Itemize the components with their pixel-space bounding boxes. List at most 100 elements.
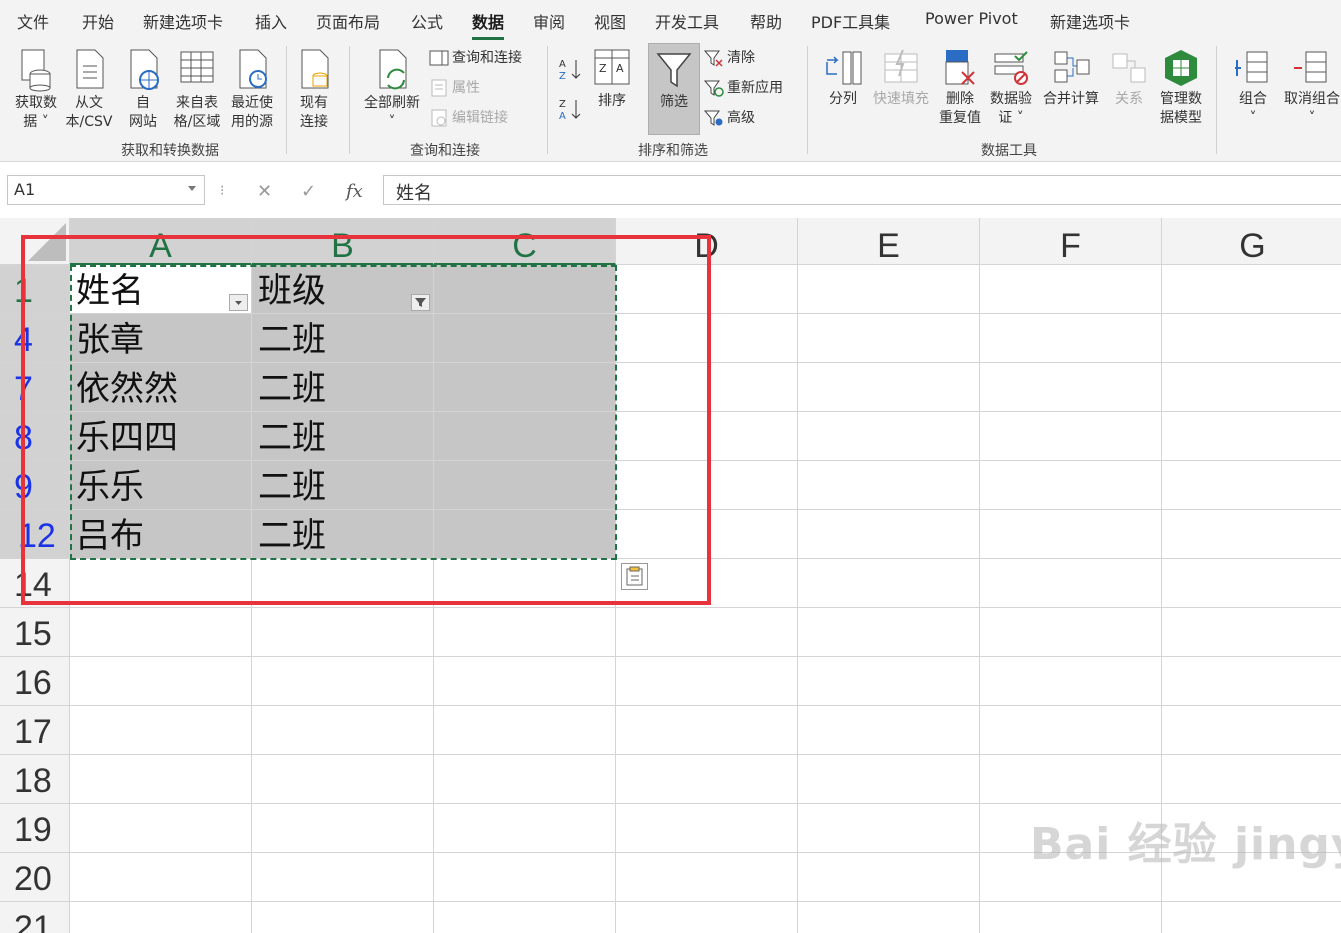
- cell[interactable]: 二班: [252, 461, 434, 510]
- tab-page-layout[interactable]: 页面布局: [316, 9, 380, 33]
- tab-review[interactable]: 审阅: [533, 9, 565, 33]
- cell[interactable]: [798, 314, 980, 363]
- cell[interactable]: [616, 608, 798, 657]
- cell[interactable]: [70, 657, 252, 706]
- row-header[interactable]: 14: [0, 559, 70, 608]
- queries-connections-button[interactable]: 查询和连接: [429, 48, 522, 68]
- tab-formulas[interactable]: 公式: [411, 9, 443, 33]
- insert-function-icon[interactable]: fx: [346, 181, 363, 202]
- cell[interactable]: [798, 510, 980, 559]
- cell[interactable]: [70, 608, 252, 657]
- sort-ascending-button[interactable]: AZ: [558, 56, 587, 82]
- cell[interactable]: [1162, 755, 1341, 804]
- cell[interactable]: [70, 902, 252, 933]
- cell[interactable]: 班级: [252, 265, 434, 314]
- from-web-button[interactable]: 自 网站: [122, 48, 164, 132]
- cell[interactable]: [616, 510, 798, 559]
- cell[interactable]: [980, 559, 1162, 608]
- cell[interactable]: [616, 902, 798, 933]
- cell[interactable]: 张章: [70, 314, 252, 363]
- row-header[interactable]: 4: [0, 314, 70, 363]
- row-header[interactable]: 1: [0, 265, 70, 314]
- consolidate-button[interactable]: 合并计算: [1040, 48, 1102, 109]
- manage-data-model-button[interactable]: 管理数 据模型: [1154, 48, 1208, 128]
- cell[interactable]: 二班: [252, 510, 434, 559]
- worksheet-grid[interactable]: A B C D E F G 1 姓名 班级 4 张章 二班 7 依然然 二班 8 乐四四 二班 9 乐乐二…: [0, 218, 1341, 933]
- cell[interactable]: [252, 902, 434, 933]
- column-header-d[interactable]: D: [616, 218, 798, 265]
- cell[interactable]: [980, 902, 1162, 933]
- paste-options-button[interactable]: [621, 563, 648, 590]
- cell[interactable]: [252, 608, 434, 657]
- tab-view[interactable]: 视图: [594, 9, 626, 33]
- cell[interactable]: [798, 412, 980, 461]
- cell[interactable]: [70, 804, 252, 853]
- cell[interactable]: [616, 804, 798, 853]
- cell[interactable]: [1162, 510, 1341, 559]
- cell[interactable]: [70, 706, 252, 755]
- sort-descending-button[interactable]: ZA: [558, 96, 587, 122]
- cell[interactable]: [434, 657, 616, 706]
- column-header-g[interactable]: G: [1162, 218, 1341, 265]
- cell[interactable]: [70, 755, 252, 804]
- sort-button[interactable]: ZA 排序: [590, 48, 634, 111]
- cell[interactable]: [70, 559, 252, 608]
- row-header[interactable]: 19: [0, 804, 70, 853]
- column-header-f[interactable]: F: [980, 218, 1162, 265]
- cell[interactable]: 二班: [252, 412, 434, 461]
- cell[interactable]: [1162, 902, 1341, 933]
- row-header[interactable]: 8: [0, 412, 70, 461]
- remove-duplicates-button[interactable]: 删除 重复值: [936, 48, 984, 128]
- cell[interactable]: [616, 755, 798, 804]
- cell[interactable]: [434, 804, 616, 853]
- column-header-a[interactable]: A: [70, 218, 252, 265]
- chevron-down-icon[interactable]: [188, 186, 196, 191]
- existing-connections-button[interactable]: 现有 连接: [291, 48, 337, 132]
- name-box[interactable]: A1: [7, 175, 205, 205]
- cell[interactable]: [434, 559, 616, 608]
- cell[interactable]: 乐四四: [70, 412, 252, 461]
- cell[interactable]: 吕布: [70, 510, 252, 559]
- cell[interactable]: [980, 657, 1162, 706]
- cell[interactable]: [434, 363, 616, 412]
- tab-developer[interactable]: 开发工具: [655, 9, 719, 33]
- cell[interactable]: [1162, 314, 1341, 363]
- filter-active-button[interactable]: [411, 294, 430, 311]
- row-header[interactable]: 7: [0, 363, 70, 412]
- cell[interactable]: [434, 755, 616, 804]
- cell[interactable]: [1162, 265, 1341, 314]
- row-header[interactable]: 9: [0, 461, 70, 510]
- cell[interactable]: [434, 412, 616, 461]
- cell[interactable]: [616, 706, 798, 755]
- cell[interactable]: 依然然: [70, 363, 252, 412]
- cell[interactable]: [434, 706, 616, 755]
- cell[interactable]: [1162, 559, 1341, 608]
- cell[interactable]: [980, 412, 1162, 461]
- cell[interactable]: [1162, 608, 1341, 657]
- cell[interactable]: [252, 657, 434, 706]
- cell[interactable]: [798, 706, 980, 755]
- tab-data[interactable]: 数据: [472, 9, 505, 40]
- cell[interactable]: [798, 755, 980, 804]
- tab-home[interactable]: 开始: [82, 9, 114, 33]
- column-header-e[interactable]: E: [798, 218, 980, 265]
- cell[interactable]: [1162, 363, 1341, 412]
- cell[interactable]: [434, 314, 616, 363]
- cell[interactable]: [980, 461, 1162, 510]
- cell[interactable]: [1162, 657, 1341, 706]
- row-header[interactable]: 18: [0, 755, 70, 804]
- cell[interactable]: [434, 510, 616, 559]
- cell[interactable]: [616, 314, 798, 363]
- tab-new-tab-2[interactable]: 新建选项卡: [1050, 9, 1130, 33]
- cell[interactable]: [798, 461, 980, 510]
- advanced-filter-button[interactable]: 高级: [703, 108, 755, 128]
- enter-check-icon[interactable]: ✓: [301, 181, 316, 202]
- filter-dropdown-button[interactable]: [229, 294, 248, 311]
- recent-sources-button[interactable]: 最近使 用的源: [226, 48, 278, 132]
- cell[interactable]: [252, 853, 434, 902]
- relationships-button[interactable]: 关系: [1106, 48, 1152, 109]
- formula-input[interactable]: 姓名: [383, 175, 1341, 205]
- cell[interactable]: [798, 265, 980, 314]
- cell[interactable]: [434, 902, 616, 933]
- cell[interactable]: [252, 706, 434, 755]
